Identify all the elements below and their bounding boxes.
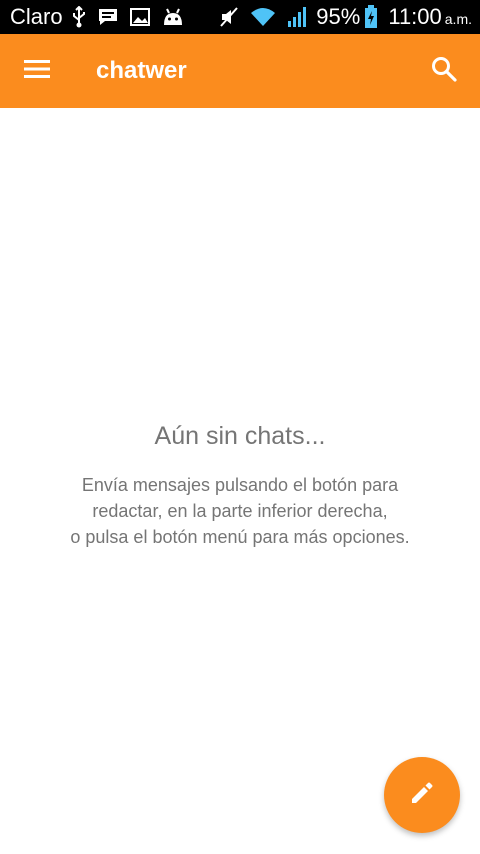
- battery-charging-icon: [364, 0, 378, 34]
- search-icon: [431, 56, 457, 87]
- clock: 11:00: [388, 4, 442, 29]
- status-bar: Claro 95% 11:00 a.m.: [0, 0, 480, 34]
- carrier-name: Claro: [10, 4, 63, 29]
- empty-state-title: Aún sin chats...: [154, 422, 326, 450]
- app-title: chatwer: [96, 57, 187, 84]
- compose-button[interactable]: [384, 757, 460, 833]
- clock-suffix: a.m.: [444, 11, 472, 27]
- message-icon: [97, 0, 119, 34]
- search-button[interactable]: [412, 34, 476, 108]
- pencil-icon: [408, 779, 436, 812]
- menu-icon: [24, 59, 50, 84]
- empty-state-message: Envía mensajes pulsando el botón para re…: [0, 472, 480, 550]
- image-icon: [129, 0, 151, 34]
- signal-icon: [286, 0, 310, 34]
- battery-percent: 95%: [316, 4, 361, 29]
- menu-button[interactable]: [0, 34, 74, 108]
- app-bar: chatwer: [0, 34, 480, 108]
- usb-icon: [71, 0, 87, 34]
- empty-state: Aún sin chats... Envía mensajes pulsando…: [0, 420, 480, 550]
- empty-state-line: redactar, en la parte inferior derecha,: [92, 501, 388, 521]
- empty-state-line: Envía mensajes pulsando el botón para: [81, 475, 399, 495]
- android-icon: [161, 0, 185, 34]
- mute-icon: [218, 0, 240, 34]
- empty-state-line: o pulsa el botón menú para más opciones.: [70, 527, 410, 547]
- wifi-icon: [250, 0, 276, 34]
